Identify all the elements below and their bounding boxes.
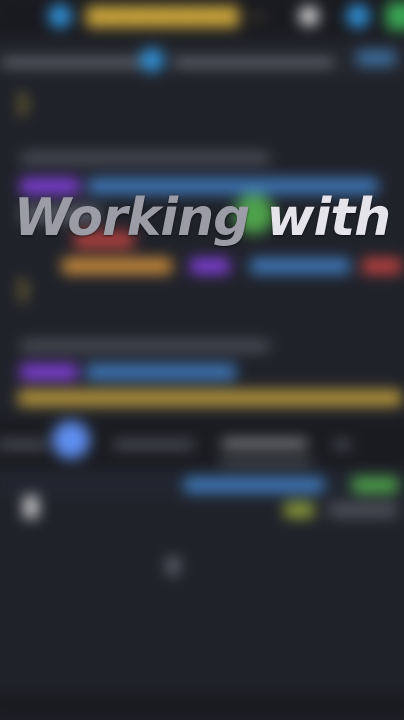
react-file-icon-2 [346, 4, 370, 28]
status-bar [0, 694, 404, 718]
code-keyword-2 [20, 364, 78, 380]
panel-avatar-icon [52, 421, 90, 459]
terminal-token-grey [328, 502, 398, 518]
code-token-purple [190, 258, 230, 274]
scroll-marker [166, 556, 180, 576]
code-string-line [18, 390, 402, 406]
code-comment-line [20, 152, 270, 164]
panel-tab-blurred-3: ▬ [334, 434, 350, 451]
video-frame: ████████████ ▪▪▪ ▬▬▬▬▬▬▬▬▬ ▬▬▬▬▬▬▬▬▬▬ } … [0, 0, 404, 720]
blurred-code-editor-background: ████████████ ▪▪▪ ▬▬▬▬▬▬▬▬▬ ▬▬▬▬▬▬▬▬▬▬ } … [0, 0, 404, 720]
panel-tab-blurred-1: ▬▬▬ [0, 434, 46, 451]
caption-word-secondary: with [266, 188, 391, 248]
editor-tab-blurred-tag: ▪▪▪ [250, 8, 265, 24]
breadcrumb-blurred-file: ▬▬▬▬▬▬▬▬▬▬ [174, 52, 334, 69]
video-caption: Working with [0, 186, 404, 250]
tab-close-icon [299, 6, 319, 26]
editor-tab-green [386, 2, 404, 30]
terminal-cursor [24, 496, 38, 518]
caption-word-primary: Working [13, 188, 251, 248]
breadcrumb-react-icon [140, 48, 164, 72]
panel-tab-blurred-active: ▬▬▬▬▬ [222, 431, 307, 450]
panel-active-underline [220, 460, 312, 463]
breadcrumb-blurred-chip [356, 50, 396, 66]
code-token-red-2 [362, 258, 402, 274]
code-token-orange [62, 258, 172, 274]
breadcrumb-blurred-segment: ▬▬▬▬▬▬▬▬▬ [2, 52, 146, 69]
code-identifier-2 [86, 364, 236, 380]
panel-tab-blurred-2: ▬▬▬▬▬ [114, 434, 194, 451]
react-file-icon [48, 4, 72, 28]
terminal-token-blue [184, 477, 324, 493]
terminal-token-yellow [284, 502, 314, 518]
code-token-blue [250, 258, 350, 274]
terminal-token-green [352, 477, 398, 493]
code-comment-line-2 [20, 340, 270, 352]
editor-tab-blurred-title: ████████████ [86, 6, 240, 26]
code-bracket-2: } [16, 278, 30, 303]
code-bracket: } [16, 92, 30, 117]
